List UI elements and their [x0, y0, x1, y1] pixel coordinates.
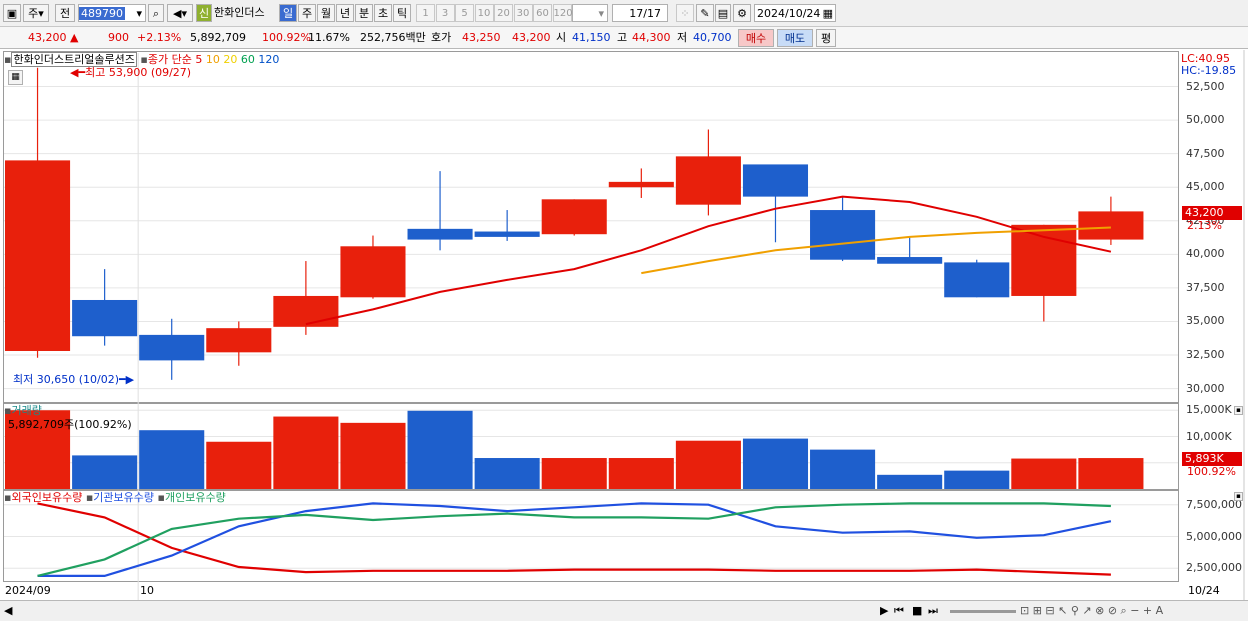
- volume-bar: [340, 422, 406, 489]
- chart-title[interactable]: 한화인더스트리얼솔루션즈: [11, 52, 137, 67]
- arrow-right-icon: ━▶: [119, 373, 135, 386]
- ma-5[interactable]: 5: [195, 53, 202, 66]
- volume-bar: [944, 470, 1010, 489]
- hc-value: HC:-19.85: [1181, 64, 1237, 77]
- bottom-scrollbar[interactable]: ◀ ▶ ⏮ ■ ⏭ ⊡ ⊞ ⊟ ↖ ⚲ ↗ ⊗ ⊘ ⌕ − + A: [0, 600, 1248, 621]
- volume-axis-tick: 15,000K: [1186, 403, 1232, 417]
- institution-legend[interactable]: 기관보유수량: [93, 491, 154, 504]
- candle-body: [273, 295, 339, 327]
- holdings-legend: ▪외국인보유수량 ▪기관보유수량 ▪개인보유수량: [4, 491, 226, 505]
- legend-dot-icon: ▪: [140, 53, 148, 66]
- volume-bar: [541, 458, 607, 489]
- price-axis-tick: 50,000: [1186, 113, 1225, 127]
- price-axis-tick: 47,500: [1186, 146, 1225, 160]
- holdings-axis-tick: 5,000,000: [1186, 529, 1242, 543]
- x-label-start: 2024/09: [5, 584, 51, 597]
- volume-bar: [206, 441, 272, 489]
- volume-legend[interactable]: ▪거래량: [4, 404, 42, 418]
- volume-axis-tick: 10,000K: [1186, 429, 1232, 443]
- candle-body: [340, 246, 406, 298]
- tool-icons[interactable]: ⊡ ⊞ ⊟ ↖ ⚲ ↗ ⊗ ⊘ ⌕ − + A: [1020, 604, 1163, 618]
- candle-body: [877, 257, 943, 264]
- ma-label[interactable]: 종가 단순: [148, 53, 192, 66]
- volume-bar: [139, 430, 205, 489]
- last-price-tag: 43,200: [1182, 206, 1242, 220]
- individual-legend[interactable]: 개인보유수량: [165, 491, 226, 504]
- pane-close-icon[interactable]: ▪: [1234, 406, 1243, 415]
- x-label-month: 10: [140, 584, 154, 597]
- candle-body: [72, 299, 138, 337]
- scroll-left-icon[interactable]: ◀: [4, 604, 12, 618]
- pane-close-icon[interactable]: ▪: [1234, 492, 1243, 501]
- volume-pct-tag: 100.92%: [1187, 465, 1236, 478]
- ma-20[interactable]: 20: [223, 53, 237, 66]
- price-axis-tick: 37,500: [1186, 280, 1225, 294]
- candle-body: [608, 181, 674, 188]
- volume-bar: [742, 438, 809, 489]
- ma-120[interactable]: 120: [258, 53, 279, 66]
- candle-body: [1078, 211, 1144, 240]
- candle-body: [5, 160, 71, 351]
- volume-bar: [407, 410, 473, 489]
- table-icon[interactable]: ▦: [8, 70, 23, 85]
- volume-bar: [474, 458, 540, 489]
- candle-body: [474, 231, 540, 237]
- scroll-right-icon[interactable]: ▶: [880, 604, 888, 618]
- candle-body: [407, 228, 473, 240]
- candle-body: [1011, 224, 1077, 296]
- candle-body: [206, 328, 272, 353]
- last-change-tag: 2.13%: [1187, 219, 1222, 232]
- candle-body: [541, 199, 607, 235]
- chart-canvas[interactable]: [0, 0, 1248, 621]
- candle-body: [944, 262, 1010, 298]
- ma-10[interactable]: 10: [206, 53, 220, 66]
- volume-note: 5,892,709주(100.92%): [8, 418, 132, 431]
- forward-icon[interactable]: ⏭: [928, 604, 938, 618]
- volume-bar: [675, 440, 741, 489]
- stop-icon[interactable]: ■: [912, 604, 922, 618]
- price-legend: ▪ 한화인더스트리얼솔루션즈 ▪종가 단순 5 10 20 60 120: [4, 52, 279, 67]
- foreign-legend[interactable]: 외국인보유수량: [11, 491, 82, 504]
- high-annotation: ◀━최고 53,900 (09/27): [70, 66, 192, 79]
- price-axis-tick: 45,000: [1186, 180, 1225, 194]
- zoom-slider[interactable]: [950, 610, 1016, 613]
- candle-body: [810, 210, 876, 260]
- low-annotation: 최저 30,650 (10/02)━▶: [13, 373, 135, 386]
- volume-bar: [72, 455, 138, 489]
- x-label-end: 10/24: [1188, 584, 1220, 597]
- volume-bar: [1078, 458, 1144, 489]
- ma-60[interactable]: 60: [241, 53, 255, 66]
- arrow-left-icon: ◀━: [70, 66, 86, 79]
- candle-body: [742, 164, 809, 197]
- price-axis-tick: 30,000: [1186, 381, 1225, 395]
- volume-bar: [1011, 458, 1077, 489]
- price-axis-tick: 32,500: [1186, 348, 1225, 362]
- rewind-icon[interactable]: ⏮: [894, 604, 904, 618]
- volume-bar: [608, 458, 674, 489]
- candle-body: [139, 334, 205, 361]
- volume-bar: [877, 474, 943, 489]
- volume-bar: [273, 416, 339, 489]
- volume-last-tag: 5,893K: [1182, 452, 1242, 466]
- candle-body: [675, 156, 741, 205]
- price-axis-tick: 40,000: [1186, 247, 1225, 261]
- price-axis-tick: 35,000: [1186, 314, 1225, 328]
- volume-bar: [810, 449, 876, 489]
- price-axis-tick: 52,500: [1186, 79, 1225, 93]
- legend-dot-icon: ▪: [157, 491, 165, 504]
- holdings-axis-tick: 2,500,000: [1186, 561, 1242, 575]
